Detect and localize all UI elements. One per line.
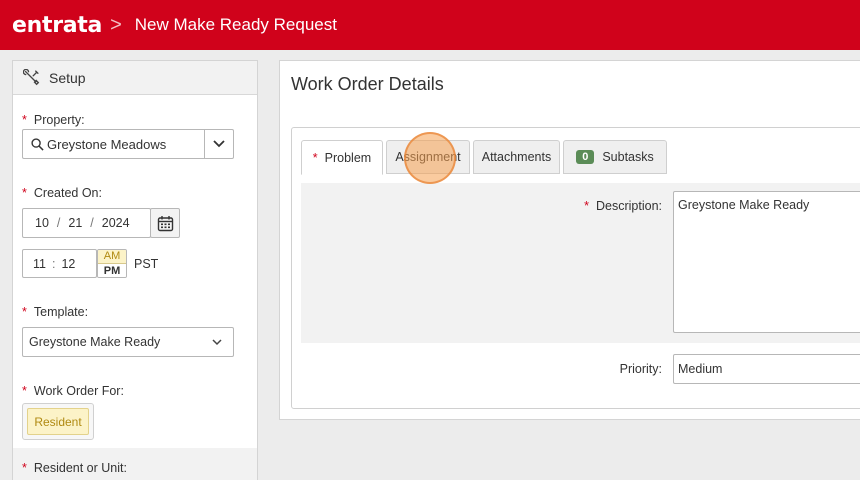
- calendar-icon: [157, 215, 173, 231]
- required-marker: *: [584, 199, 589, 213]
- breadcrumb-separator: >: [110, 14, 122, 36]
- details-card: * Problem Assignment Attachments 0 Subta…: [291, 127, 860, 409]
- property-dropdown-button[interactable]: [204, 130, 233, 158]
- tab-attachments[interactable]: Attachments: [473, 140, 560, 174]
- required-marker: *: [22, 461, 27, 475]
- subtasks-count-badge: 0: [576, 150, 595, 164]
- calendar-button[interactable]: [150, 208, 180, 238]
- work-order-for-group: Resident: [22, 403, 94, 440]
- date-day[interactable]: 21: [68, 216, 82, 230]
- tools-icon: [23, 69, 40, 86]
- page-title: New Make Ready Request: [134, 15, 337, 34]
- template-label: * Template:: [22, 305, 89, 319]
- chevron-down-icon: [213, 140, 225, 148]
- created-on-label: * Created On:: [22, 186, 102, 200]
- time-minute[interactable]: 12: [61, 257, 75, 271]
- property-value: Greystone Meadows: [47, 136, 167, 152]
- date-year[interactable]: 2024: [102, 216, 130, 230]
- resident-or-unit-section: * Resident or Unit:: [13, 448, 257, 480]
- pm-option[interactable]: PM: [98, 264, 126, 277]
- template-select[interactable]: Greystone Make Ready: [22, 327, 234, 357]
- created-date-field[interactable]: 10 / 21 / 2024: [22, 208, 151, 238]
- template-value: Greystone Make Ready: [29, 335, 161, 349]
- work-order-details-panel: Work Order Details * Problem Assignment …: [279, 60, 860, 420]
- setup-header: Setup: [13, 61, 257, 95]
- tab-problem[interactable]: * Problem: [301, 140, 383, 175]
- tab-assignment[interactable]: Assignment: [386, 140, 470, 174]
- created-time-field[interactable]: 11 : 12: [22, 249, 97, 278]
- chevron-down-icon: [212, 338, 222, 345]
- priority-label: Priority:: [619, 362, 662, 376]
- work-order-for-label: * Work Order For:: [22, 384, 124, 398]
- entrata-logo[interactable]: entrata: [12, 13, 102, 38]
- required-marker: *: [22, 186, 27, 200]
- top-header: entrata > New Make Ready Request: [0, 0, 860, 50]
- search-icon: [31, 137, 44, 151]
- timezone-label: PST: [134, 257, 159, 271]
- required-marker: *: [22, 384, 27, 398]
- resident-or-unit-label: * Resident or Unit:: [22, 461, 127, 475]
- time-hour[interactable]: 11: [33, 257, 46, 271]
- resident-option[interactable]: Resident: [27, 408, 89, 435]
- description-textarea[interactable]: Greystone Make Ready: [673, 191, 860, 333]
- priority-select[interactable]: Medium: [673, 354, 860, 384]
- setup-panel: Setup * Property: Greystone Meadows * Crea…: [12, 60, 258, 480]
- section-title: Work Order Details: [291, 74, 444, 94]
- am-option[interactable]: AM: [98, 250, 126, 264]
- required-marker: *: [312, 150, 318, 165]
- tab-subtasks[interactable]: 0 Subtasks: [563, 140, 667, 174]
- required-marker: *: [22, 305, 27, 319]
- setup-heading: Setup: [49, 69, 86, 86]
- property-select[interactable]: Greystone Meadows: [22, 129, 234, 159]
- required-marker: *: [22, 113, 27, 127]
- am-pm-toggle[interactable]: AM PM: [97, 249, 127, 278]
- date-month[interactable]: 10: [35, 216, 49, 230]
- description-label: * Description:: [584, 199, 662, 213]
- property-label: * Property:: [22, 113, 85, 127]
